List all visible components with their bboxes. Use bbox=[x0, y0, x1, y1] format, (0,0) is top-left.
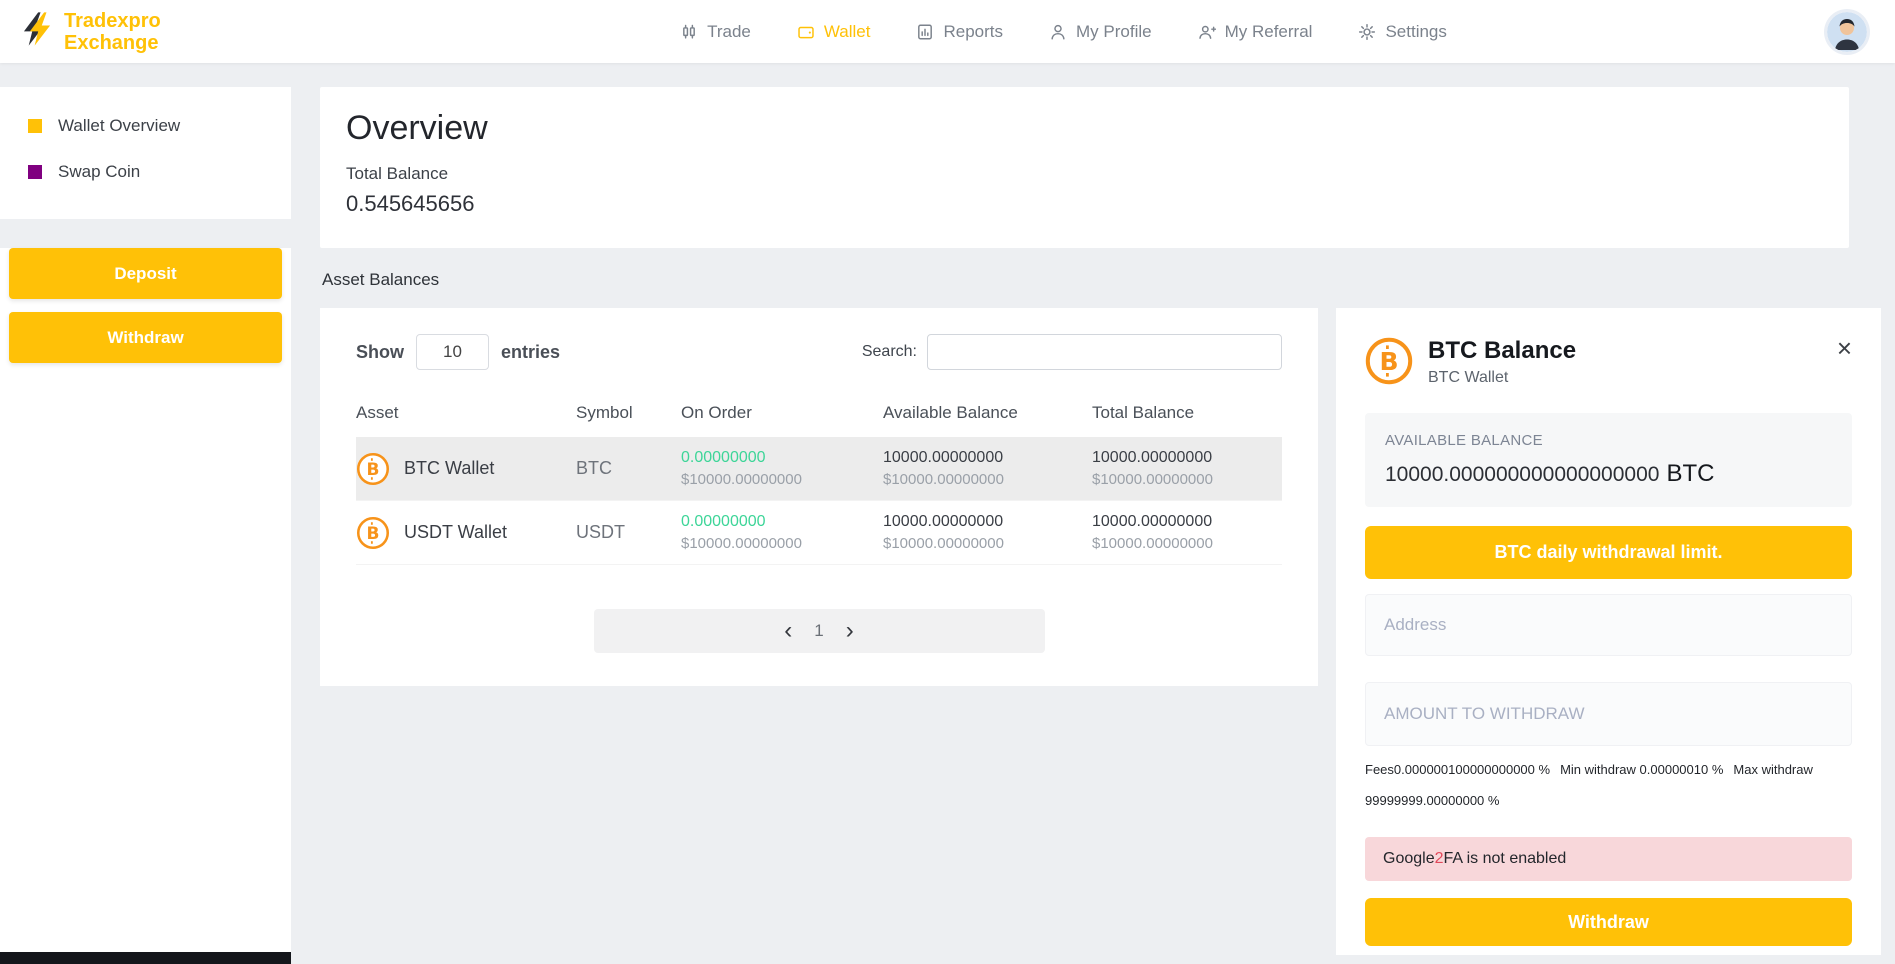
nav-item-settings[interactable]: Settings bbox=[1358, 22, 1446, 42]
table-row[interactable]: B USDT Wallet USDT 0.00000000 $10000.000… bbox=[356, 501, 1282, 565]
panel-header: B BTC Balance BTC Wallet × bbox=[1365, 337, 1852, 387]
asset-name: BTC Wallet bbox=[404, 458, 494, 479]
settings-icon bbox=[1358, 23, 1376, 41]
table-controls: Show entries Search: bbox=[356, 334, 1282, 370]
sidebar-menu: Wallet Overview Swap Coin bbox=[0, 87, 291, 219]
fees-info: Fees0.000000100000000000 %Min withdraw 0… bbox=[1365, 755, 1852, 816]
search-control: Search: bbox=[862, 334, 1282, 370]
nav-label: Settings bbox=[1385, 22, 1446, 42]
wallet-overview-bullet-icon bbox=[28, 119, 42, 133]
column-header-on-order[interactable]: On Order bbox=[681, 403, 883, 423]
column-header-available[interactable]: Available Balance bbox=[883, 403, 1092, 423]
nav-label: My Referral bbox=[1225, 22, 1313, 42]
total-cell: 10000.00000000 $10000.00000000 bbox=[1092, 513, 1282, 552]
reports-icon bbox=[916, 23, 934, 41]
chevron-right-icon[interactable]: › bbox=[846, 619, 854, 643]
referral-icon bbox=[1198, 23, 1216, 41]
nav-label: Trade bbox=[707, 22, 751, 42]
table-header: Asset Symbol On Order Available Balance … bbox=[356, 390, 1282, 437]
column-header-total[interactable]: Total Balance bbox=[1092, 403, 1282, 423]
svg-text:B: B bbox=[367, 523, 380, 543]
asset-balances-title: Asset Balances bbox=[322, 270, 439, 290]
nav-item-wallet[interactable]: Wallet bbox=[797, 22, 871, 42]
withdraw-button[interactable]: Withdraw bbox=[1365, 898, 1852, 946]
asset-symbol: BTC bbox=[576, 458, 681, 479]
page-title: Overview bbox=[346, 109, 1823, 148]
user-avatar[interactable] bbox=[1827, 12, 1867, 52]
total-balance-value: 0.545645656 bbox=[346, 191, 1823, 217]
search-label: Search: bbox=[862, 343, 917, 361]
search-input[interactable] bbox=[927, 334, 1282, 370]
chevron-left-icon[interactable]: ‹ bbox=[784, 619, 792, 643]
pagination: ‹ 1 › bbox=[594, 609, 1045, 653]
sidebar-item-label: Wallet Overview bbox=[58, 116, 180, 136]
svg-text:B: B bbox=[367, 459, 380, 479]
nav-item-trade[interactable]: Trade bbox=[680, 22, 751, 42]
amount-input[interactable] bbox=[1365, 682, 1852, 746]
btc-coin-icon: B bbox=[1365, 337, 1413, 385]
top-navbar: Tradexpro Exchange Trade Wallet Reports … bbox=[0, 0, 1895, 63]
table-row[interactable]: B BTC Wallet BTC 0.00000000 $10000.00000… bbox=[356, 437, 1282, 501]
main-nav: Trade Wallet Reports My Profile My Refer… bbox=[300, 22, 1827, 42]
entries-control: Show entries bbox=[356, 334, 560, 370]
brand-logo-bolt-icon bbox=[16, 10, 58, 53]
trade-icon bbox=[680, 23, 698, 41]
wallet-page: Tradexpro Exchange Trade Wallet Reports … bbox=[0, 0, 1895, 964]
google-2fa-alert: Google 2FA is not enabled bbox=[1365, 837, 1852, 881]
entries-label: entries bbox=[501, 342, 560, 363]
asset-symbol: USDT bbox=[576, 522, 681, 543]
panel-subtitle: BTC Wallet bbox=[1428, 369, 1576, 387]
svg-text:B: B bbox=[1379, 347, 1398, 376]
address-input[interactable] bbox=[1365, 594, 1852, 656]
usdt-coin-icon: B bbox=[356, 516, 390, 550]
total-balance-label: Total Balance bbox=[346, 164, 1823, 184]
available-cell: 10000.00000000 $10000.00000000 bbox=[883, 449, 1092, 488]
available-balance-value: 10000.000000000000000000BTC bbox=[1385, 460, 1832, 488]
panel-title: BTC Balance bbox=[1428, 337, 1576, 365]
currency-unit: BTC bbox=[1666, 460, 1714, 487]
swap-coin-bullet-icon bbox=[28, 165, 42, 179]
wallet-icon bbox=[797, 23, 815, 41]
footer-strip bbox=[0, 952, 291, 964]
entries-input[interactable] bbox=[416, 334, 489, 370]
available-balance-label: AVAILABLE BALANCE bbox=[1385, 432, 1832, 449]
brand-name: Tradexpro Exchange bbox=[64, 10, 161, 54]
column-header-symbol[interactable]: Symbol bbox=[576, 403, 681, 423]
btc-balance-panel: B BTC Balance BTC Wallet × AVAILABLE BAL… bbox=[1336, 308, 1881, 955]
panel-titles: BTC Balance BTC Wallet bbox=[1428, 337, 1576, 387]
btc-coin-icon: B bbox=[356, 452, 390, 486]
nav-label: My Profile bbox=[1076, 22, 1152, 42]
page-number[interactable]: 1 bbox=[814, 621, 823, 641]
nav-item-my-referral[interactable]: My Referral bbox=[1198, 22, 1313, 42]
close-icon[interactable]: × bbox=[1837, 335, 1852, 361]
column-header-asset[interactable]: Asset bbox=[356, 403, 576, 423]
overview-card: Overview Total Balance 0.545645656 bbox=[320, 87, 1849, 248]
available-balance-box: AVAILABLE BALANCE 10000.0000000000000000… bbox=[1365, 413, 1852, 507]
daily-withdrawal-limit-button[interactable]: BTC daily withdrawal limit. bbox=[1365, 526, 1852, 579]
sidebar-item-wallet-overview[interactable]: Wallet Overview bbox=[0, 103, 291, 149]
on-order-cell: 0.00000000 $10000.00000000 bbox=[681, 513, 883, 552]
on-order-cell: 0.00000000 $10000.00000000 bbox=[681, 449, 883, 488]
withdraw-sidebar-button[interactable]: Withdraw bbox=[9, 312, 282, 363]
nav-item-reports[interactable]: Reports bbox=[916, 22, 1003, 42]
sidebar-item-label: Swap Coin bbox=[58, 162, 140, 182]
nav-item-my-profile[interactable]: My Profile bbox=[1049, 22, 1152, 42]
nav-label: Wallet bbox=[824, 22, 871, 42]
asset-table-card: Show entries Search: Asset Symbol On Ord… bbox=[320, 308, 1318, 686]
deposit-button[interactable]: Deposit bbox=[9, 248, 282, 299]
sidebar-item-swap-coin[interactable]: Swap Coin bbox=[0, 149, 291, 195]
sidebar-actions: Deposit Withdraw bbox=[0, 248, 291, 952]
nav-label: Reports bbox=[943, 22, 1003, 42]
available-cell: 10000.00000000 $10000.00000000 bbox=[883, 513, 1092, 552]
asset-name: USDT Wallet bbox=[404, 522, 507, 543]
brand[interactable]: Tradexpro Exchange bbox=[0, 10, 300, 54]
profile-icon bbox=[1049, 23, 1067, 41]
show-label: Show bbox=[356, 342, 404, 363]
total-cell: 10000.00000000 $10000.00000000 bbox=[1092, 449, 1282, 488]
